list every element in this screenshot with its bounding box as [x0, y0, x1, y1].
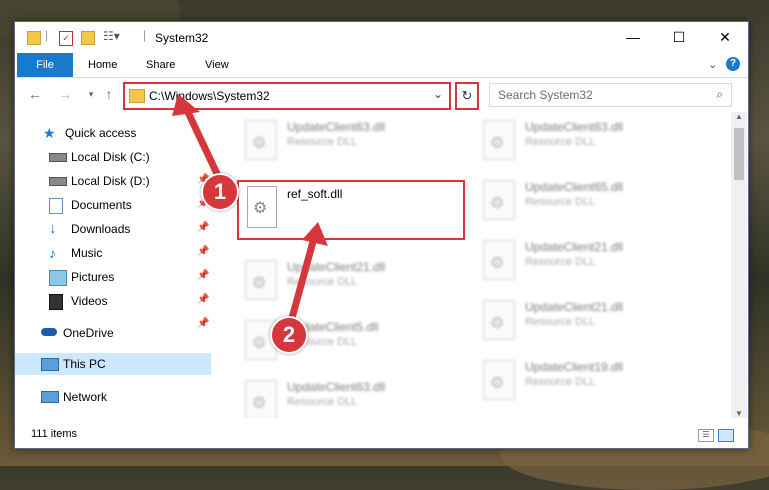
sidebar-item-network[interactable]: Network: [41, 386, 201, 408]
tab-home[interactable]: Home: [88, 53, 117, 77]
maximize-button[interactable]: ☐: [656, 22, 702, 52]
sidebar-item-onedrive[interactable]: OneDrive: [41, 322, 201, 344]
file-item-ref-soft[interactable]: ⚙ ref_soft.dll: [237, 180, 465, 240]
new-folder-icon[interactable]: [81, 31, 95, 45]
search-placeholder: Search System32: [498, 88, 593, 102]
ribbon-tabs: File Home Share View ⌄ ?: [15, 53, 748, 78]
pin-icon[interactable]: 📌: [197, 294, 209, 305]
dll-file-icon: [483, 240, 515, 280]
drive-icon: [49, 153, 67, 162]
documents-icon: [49, 198, 63, 214]
search-input[interactable]: Search System32 ⌕: [489, 83, 732, 107]
sidebar-item-quick-access[interactable]: ★ Quick access: [43, 122, 203, 144]
title-bar: | ✓ ☷▾ | System32 — ☐ ✕: [15, 22, 748, 52]
file-item[interactable]: UpdateClient63.dll Resource DLL: [477, 116, 707, 168]
tab-view[interactable]: View: [205, 53, 229, 77]
file-item[interactable]: UpdateClient21.dll Resource DLL: [239, 256, 469, 308]
pictures-icon: [49, 270, 67, 286]
pin-icon[interactable]: 📌: [197, 222, 209, 233]
dll-file-icon: [245, 380, 277, 418]
minimize-button[interactable]: —: [610, 22, 656, 52]
music-icon: ♪: [49, 245, 56, 261]
sidebar-item-downloads[interactable]: ↓ Downloads: [49, 218, 209, 240]
file-item[interactable]: UpdateClient63.dll Resource DLL: [239, 376, 469, 418]
properties-icon[interactable]: ✓: [59, 31, 73, 46]
file-item[interactable]: UpdateClient65.dll Resource DLL: [477, 176, 707, 228]
dll-file-icon: [483, 300, 515, 340]
file-item[interactable]: UpdateClient21.dll Resource DLL: [477, 236, 707, 288]
sidebar-item-this-pc[interactable]: This PC: [15, 353, 211, 375]
gear-icon: ⚙: [253, 200, 268, 217]
scroll-down-icon[interactable]: ▼: [735, 409, 743, 418]
pin-icon[interactable]: 📌: [197, 270, 209, 281]
dll-file-icon: [483, 180, 515, 220]
expand-ribbon-icon[interactable]: ⌄: [708, 53, 717, 77]
file-item[interactable]: UpdateClient63.dll Resource DLL: [239, 116, 469, 168]
tab-share[interactable]: Share: [146, 53, 175, 77]
separator: |: [45, 28, 49, 42]
sidebar-item-local-disk-c[interactable]: Local Disk (C:): [49, 146, 209, 168]
separator: |: [143, 28, 147, 42]
downloads-icon: ↓: [49, 220, 57, 237]
file-name: ref_soft.dll: [287, 187, 343, 201]
up-arrow-icon[interactable]: ↑: [99, 86, 119, 104]
window-title: System32: [155, 31, 209, 45]
item-count: 111 items: [31, 428, 78, 440]
file-item[interactable]: UpdateClient19.dll Resource DLL: [477, 356, 707, 408]
close-button[interactable]: ✕: [702, 22, 748, 52]
sidebar-item-local-disk-d[interactable]: Local Disk (D:): [49, 170, 209, 192]
customize-toolbar-icon[interactable]: ☷▾: [103, 29, 120, 43]
file-item[interactable]: UpdateClient21.dll Resource DLL: [477, 296, 707, 348]
recent-locations-chevron-icon[interactable]: ▾: [81, 89, 101, 107]
address-bar[interactable]: C:\Windows\System32 ⌄: [123, 82, 451, 110]
pin-icon[interactable]: 📌: [197, 246, 209, 257]
address-dropdown-chevron-icon[interactable]: ⌄: [433, 87, 443, 101]
sidebar-item-music[interactable]: ♪ Music: [49, 242, 209, 264]
network-icon: [41, 391, 59, 403]
cloud-icon: [41, 328, 57, 336]
back-arrow-icon[interactable]: ←: [25, 86, 45, 104]
dll-file-icon: ⚙: [247, 186, 277, 228]
forward-arrow-icon[interactable]: →: [55, 86, 75, 104]
file-list: UpdateClient63.dll Resource DLL UpdateCl…: [225, 112, 731, 418]
videos-icon: [49, 294, 63, 310]
sidebar-item-videos[interactable]: Videos: [49, 290, 209, 312]
sidebar-item-documents[interactable]: Documents: [49, 194, 209, 216]
folder-icon: [27, 31, 41, 45]
dll-file-icon: [483, 360, 515, 400]
status-bar: 111 items ☰: [15, 424, 748, 446]
explorer-window: | ✓ ☷▾ | System32 — ☐ ✕ File Home Share …: [14, 21, 749, 449]
dll-file-icon: [483, 120, 515, 160]
sidebar-item-pictures[interactable]: Pictures: [49, 266, 209, 288]
vertical-scrollbar[interactable]: ▲ ▼: [731, 112, 747, 418]
drive-icon: [49, 177, 67, 186]
tab-file[interactable]: File: [17, 53, 73, 77]
star-icon: ★: [43, 125, 56, 141]
dll-file-icon: [245, 260, 277, 300]
scroll-thumb[interactable]: [734, 128, 744, 180]
search-icon[interactable]: ⌕: [716, 87, 723, 102]
computer-icon: [41, 358, 59, 371]
dll-file-icon: [245, 120, 277, 160]
scroll-up-icon[interactable]: ▲: [735, 112, 743, 121]
folder-icon: [129, 89, 145, 103]
navigation-bar: ← → ▾ ↑ C:\Windows\System32 ⌄ ↻ Search S…: [15, 80, 748, 110]
address-path: C:\Windows\System32: [149, 89, 270, 103]
details-view-icon[interactable]: ☰: [698, 429, 714, 442]
step-badge-1: 1: [201, 173, 239, 211]
step-badge-2: 2: [270, 316, 308, 354]
large-icons-view-icon[interactable]: [718, 429, 734, 442]
refresh-button[interactable]: ↻: [455, 82, 479, 110]
help-icon[interactable]: ?: [726, 57, 740, 71]
